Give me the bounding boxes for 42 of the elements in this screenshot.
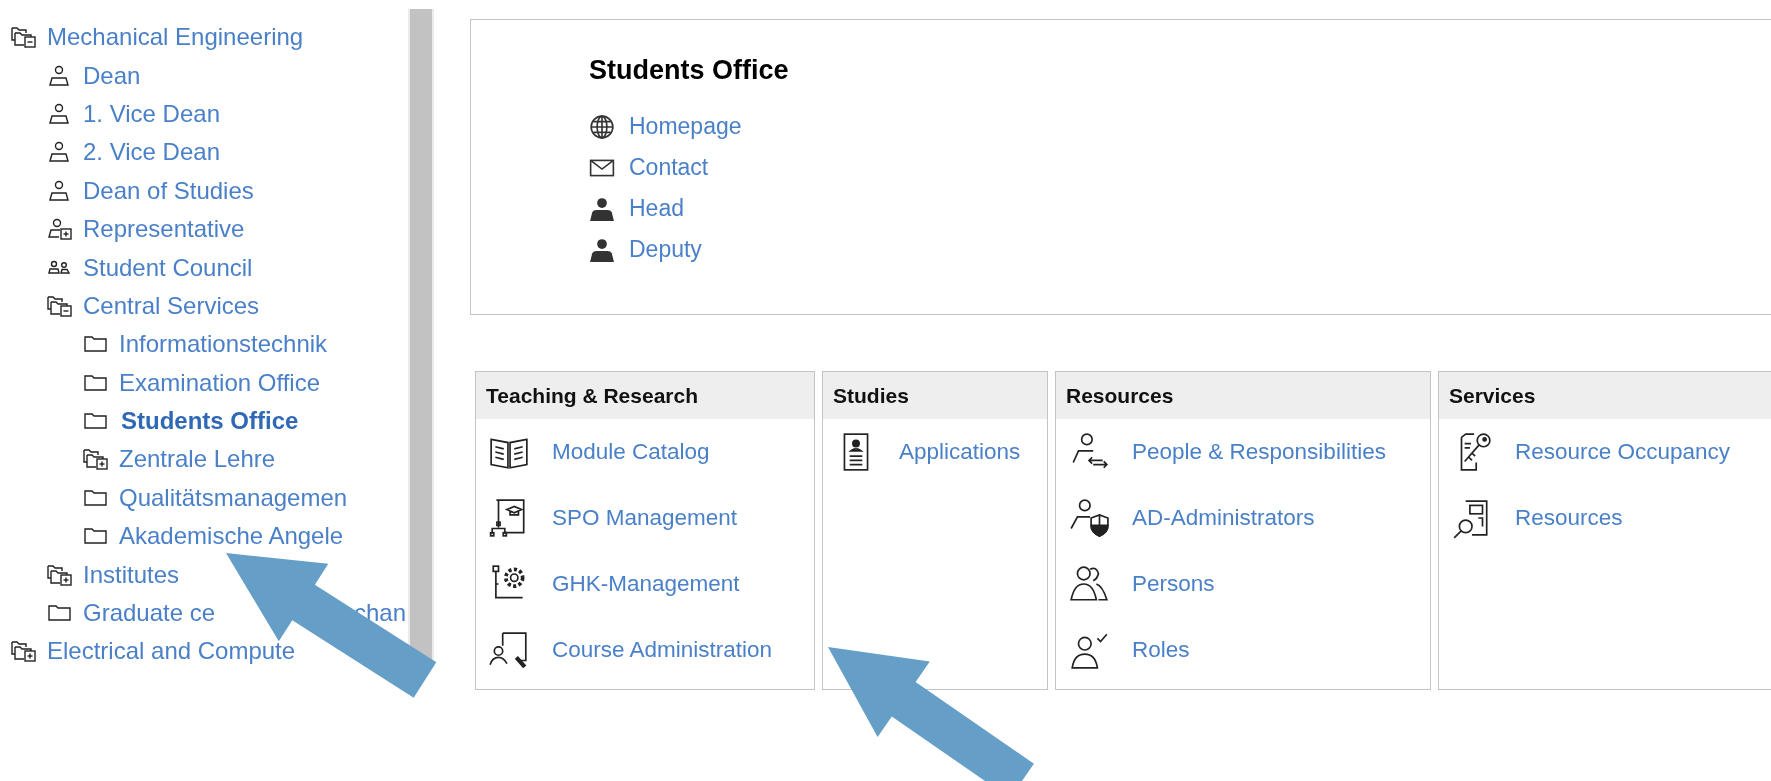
- office-link[interactable]: Deputy: [629, 236, 702, 263]
- panel-header: Studies: [823, 372, 1047, 419]
- panel-header: Services: [1439, 372, 1771, 419]
- tree-item[interactable]: Representative: [83, 215, 245, 244]
- person-icon: [589, 195, 615, 222]
- menu-link[interactable]: Resource Occupancy: [1515, 439, 1731, 465]
- office-link[interactable]: Homepage: [629, 113, 742, 140]
- course-icon: [488, 629, 530, 671]
- tree-item[interactable]: Dean of Studies: [83, 176, 254, 205]
- tree-item[interactable]: Dean: [83, 61, 141, 90]
- tree-item[interactable]: Zentrale Lehre: [119, 445, 276, 474]
- tree-item[interactable]: Akademische Angele: [119, 522, 344, 551]
- tree-item[interactable]: Graduate ce: [83, 599, 216, 628]
- menu-link[interactable]: AD-Administrators: [1132, 505, 1315, 531]
- menu-link[interactable]: Module Catalog: [552, 439, 710, 465]
- tree-item[interactable]: Central Services: [83, 291, 260, 320]
- tree-item[interactable]: Students Office: [121, 407, 299, 436]
- office-title: Students Office: [589, 54, 790, 86]
- person-shield-icon: [1068, 497, 1110, 539]
- menu-link[interactable]: Roles: [1132, 637, 1190, 663]
- tree-item[interactable]: 1. Vice Dean: [83, 99, 220, 128]
- tree-item[interactable]: Qualitätsmanagemen: [119, 483, 348, 512]
- menu-link[interactable]: People & Responsibilities: [1132, 439, 1386, 465]
- menu-link[interactable]: Course Administration: [552, 637, 773, 663]
- menu-link[interactable]: Persons: [1132, 571, 1215, 597]
- tree-item[interactable]: 2. Vice Dean: [83, 138, 220, 167]
- panel-header: Teaching & Research: [476, 372, 814, 419]
- panel-header: Resources: [1056, 372, 1430, 419]
- tree-item[interactable]: Examination Office: [119, 368, 320, 397]
- menu-link[interactable]: Applications: [899, 439, 1021, 465]
- person-icon: [589, 236, 615, 263]
- menu-link[interactable]: SPO Management: [552, 505, 738, 531]
- menu-link[interactable]: Resources: [1515, 505, 1623, 531]
- tree-item[interactable]: Institutes: [83, 560, 180, 589]
- office-link[interactable]: Contact: [629, 154, 709, 181]
- globe-icon: [589, 113, 615, 140]
- tree-item[interactable]: Informationstechnik: [119, 330, 328, 359]
- menu-link[interactable]: GHK-Management: [552, 571, 740, 597]
- tree-item[interactable]: Electrical and Compute: [47, 637, 296, 666]
- tree-item[interactable]: Student Council: [83, 253, 253, 282]
- tree-item[interactable]: Mechanical Engineering: [47, 23, 304, 52]
- office-link[interactable]: Head: [629, 195, 684, 222]
